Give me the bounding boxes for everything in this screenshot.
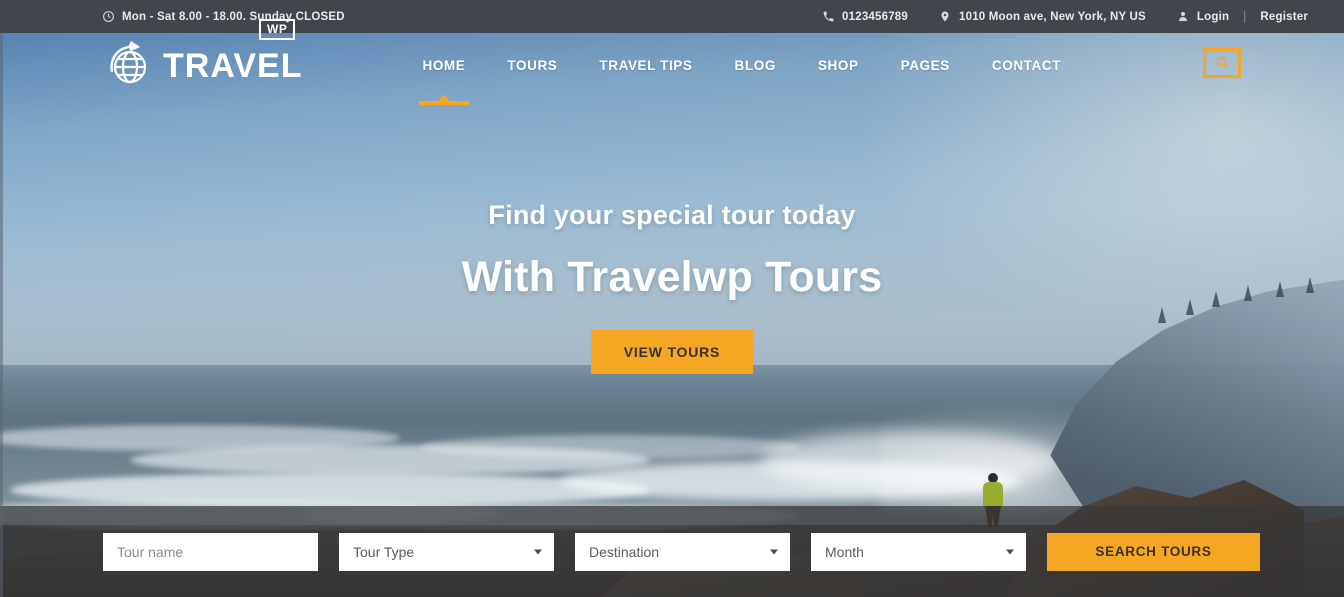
globe-airplane-icon	[101, 35, 157, 91]
phone-number[interactable]: 0123456789	[821, 10, 908, 24]
nav-item-home[interactable]: HOME	[418, 52, 469, 105]
left-edge-gutter	[0, 33, 3, 597]
topbar-separator: |	[1243, 10, 1247, 23]
destination-value: Destination	[589, 543, 660, 560]
register-link[interactable]: Register	[1260, 11, 1308, 23]
topbar-left-group: Mon - Sat 8.00 - 18.00. Sunday CLOSED	[101, 10, 345, 24]
location-pin-icon	[938, 10, 952, 24]
nav-item-tours-label: TOURS	[507, 57, 558, 73]
phone-number-text: 0123456789	[842, 10, 908, 23]
destination-select[interactable]: Destination	[575, 532, 790, 571]
business-hours: Mon - Sat 8.00 - 18.00. Sunday CLOSED	[101, 10, 345, 24]
address: 1010 Moon ave, New York, NY US	[938, 10, 1146, 24]
address-text: 1010 Moon ave, New York, NY US	[959, 10, 1146, 23]
nav-item-shop[interactable]: SHOP	[818, 52, 859, 79]
clock-icon	[101, 10, 115, 24]
tour-search-bar: Tour Type Destination Month SEARCH TOURS	[0, 506, 1344, 597]
logo-text: TRAVEL	[163, 47, 303, 85]
month-value: Month	[825, 543, 864, 560]
header-search-button[interactable]	[1203, 48, 1241, 78]
nav-item-tours[interactable]: TOURS	[507, 52, 557, 79]
tour-name-field[interactable]	[103, 532, 318, 571]
nav-item-pages-label: PAGES	[900, 57, 950, 73]
travel-landing-page: Mon - Sat 8.00 - 18.00. Sunday CLOSED 01…	[0, 0, 1344, 597]
login-label[interactable]: Login	[1197, 11, 1229, 23]
user-icon	[1176, 10, 1190, 24]
tour-type-value: Tour Type	[353, 543, 415, 560]
nav-item-shop-label: SHOP	[817, 57, 859, 73]
chevron-down-icon	[534, 549, 542, 554]
hero-subtitle: Find your special tour today	[488, 200, 856, 230]
nav-item-home-label: HOME	[422, 57, 466, 73]
tour-search-fields: Tour Type Destination Month SEARCH TOURS	[103, 532, 1260, 571]
search-icon	[1215, 55, 1229, 72]
phone-icon	[821, 10, 835, 24]
hero-content: Find your special tour today With Travel…	[0, 200, 1344, 374]
site-logo[interactable]: TRAVEL WP	[101, 19, 303, 91]
search-tours-button[interactable]: SEARCH TOURS	[1047, 532, 1260, 571]
chevron-down-icon	[770, 549, 778, 554]
tour-name-input[interactable]	[103, 532, 318, 571]
login-link[interactable]: Login	[1176, 10, 1229, 24]
nav-item-blog-label: BLOG	[734, 57, 776, 73]
business-hours-text: Mon - Sat 8.00 - 18.00. Sunday CLOSED	[122, 10, 345, 23]
hero-title: With Travelwp Tours	[461, 253, 883, 301]
nav-item-blog[interactable]: BLOG	[735, 52, 776, 79]
nav-item-pages[interactable]: PAGES	[901, 52, 950, 79]
nav-item-contact[interactable]: CONTACT	[992, 52, 1061, 79]
chevron-down-icon	[1006, 549, 1014, 554]
main-header: TRAVEL WP HOME TOURS TRAVEL TIPS BLOG SH…	[0, 19, 1344, 105]
topbar-right-group: 0123456789 1010 Moon ave, New York, NY U…	[821, 10, 1308, 24]
tour-type-select[interactable]: Tour Type	[339, 532, 554, 571]
nav-active-underline	[418, 100, 469, 105]
primary-navigation: HOME TOURS TRAVEL TIPS BLOG SHOP PAGES C…	[418, 52, 1061, 105]
top-info-bar: Mon - Sat 8.00 - 18.00. Sunday CLOSED 01…	[0, 0, 1344, 33]
view-tours-button[interactable]: VIEW TOURS	[590, 330, 754, 374]
nav-item-travel-tips[interactable]: TRAVEL TIPS	[599, 52, 692, 79]
nav-item-travel-tips-label: TRAVEL TIPS	[599, 57, 693, 73]
month-select[interactable]: Month	[811, 532, 1026, 571]
nav-item-contact-label: CONTACT	[991, 57, 1062, 73]
logo-badge: WP	[259, 19, 296, 40]
